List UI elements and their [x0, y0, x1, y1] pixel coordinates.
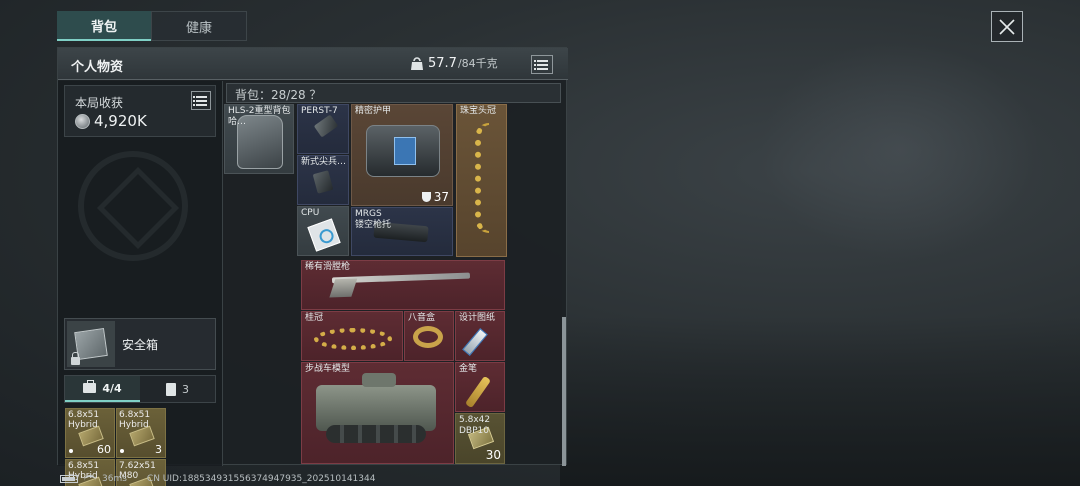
vehicle-icon [316, 373, 436, 443]
item-name: 精密护甲 [355, 106, 392, 116]
background-floor [560, 316, 1080, 486]
weight-indicator: 57.7 /84千克 [410, 55, 498, 71]
status-bar: 36ms CN UID:1885349315563749479​35_20251… [60, 472, 375, 486]
ping: 36ms [102, 474, 127, 484]
scope-icon [313, 114, 339, 138]
uid: CN UID:1885349315563749479​35_2025101413… [146, 474, 376, 484]
ammo-name: 6.8x51 Hybrid [68, 410, 100, 430]
harvest-label: 本局收获 [75, 96, 124, 110]
item-name: 八音盒 [408, 313, 436, 323]
armor-icon [366, 125, 440, 177]
item-name: 桂冠 [305, 313, 324, 323]
battery-icon [60, 475, 78, 483]
item-name: 稀有滑膛枪 [305, 262, 351, 272]
backpack-capacity-bar: 背包：28/28 ？ [226, 83, 561, 103]
item-name: PERST-7 [301, 106, 338, 116]
ammo-slot[interactable]: 6.8x51 Hybrid 3 [116, 408, 166, 458]
item-slot[interactable]: 新式尖兵… [297, 155, 349, 205]
item-name: CPU [301, 208, 320, 218]
container-tabs: 4/4 3 [64, 375, 216, 403]
item-slot[interactable]: MRGS 镂空枪托 [351, 207, 453, 256]
ammo-qty: 60 [97, 443, 111, 456]
safebox-image [67, 321, 115, 367]
weight-icon [411, 56, 423, 70]
item-slot[interactable]: 精密护甲 37 [351, 104, 453, 206]
item-slot[interactable]: 珠宝头冠 [456, 104, 507, 257]
item-name: 步战车模型 [305, 364, 351, 374]
tab-magazine-label: 3 [182, 382, 189, 396]
item-name: 新式尖兵… [301, 157, 347, 167]
backpack-item-slot[interactable]: HLS-2重型背包 哈… [224, 104, 294, 174]
harvest-value: 4,920K [75, 112, 147, 130]
rarity-dot [69, 449, 73, 453]
wifi-icon [84, 475, 96, 483]
item-slot[interactable]: 稀有滑膛枪 [301, 260, 505, 310]
item-slot[interactable]: CPU [297, 206, 349, 256]
item-name: HLS-2重型背包 哈… [228, 106, 291, 127]
safebox-icon [74, 328, 108, 360]
item-slot[interactable]: PERST-7 [297, 104, 349, 154]
scroll-thumb[interactable] [562, 317, 566, 466]
panel-header: 个人物资 57.7 /84千克 [58, 48, 568, 80]
item-slot[interactable]: 步战车模型 [301, 362, 454, 464]
close-icon [999, 18, 1015, 35]
durability: 37 [421, 190, 449, 204]
blueprint-icon [462, 328, 488, 356]
tab-magazine[interactable]: 3 [140, 376, 215, 402]
music-box-icon [413, 326, 443, 348]
inventory-panel: 个人物资 57.7 /84千克 本局收获 4,920K 安全箱 4/4 3 6.… [57, 47, 568, 486]
medkit-icon [83, 380, 97, 393]
laurel-icon [314, 328, 392, 350]
safebox-label: 安全箱 [122, 338, 159, 352]
close-button[interactable] [991, 11, 1023, 42]
item-slot[interactable]: 金笔 [455, 362, 505, 412]
backpack-area: 背包：28/28 ？ HLS-2重型背包 哈… PERST-7 新式尖兵… CP… [224, 81, 568, 466]
item-name: 金笔 [459, 364, 478, 374]
pen-icon [464, 375, 492, 409]
item-name: 珠宝头冠 [460, 106, 497, 116]
shield-icon [421, 192, 431, 202]
ammo-name: 6.8x51 Hybrid [119, 410, 151, 430]
top-tabs: 背包 健康 [57, 11, 247, 41]
faction-emblem [78, 151, 188, 261]
rarity-dot [120, 449, 124, 453]
weight-max: /84千克 [457, 57, 498, 70]
tab-health[interactable]: 健康 [151, 11, 247, 41]
weight-current: 57.7 [428, 55, 457, 71]
coin-icon [75, 113, 90, 129]
harvest-card: 本局收获 4,920K [64, 85, 216, 137]
panel-list-button[interactable] [531, 55, 553, 74]
list-icon [192, 95, 207, 106]
crown-icon [475, 123, 489, 233]
item-qty: 30 [485, 448, 501, 462]
item-slot[interactable]: 八音盒 [404, 311, 454, 361]
tab-kit-label: 4/4 [102, 381, 122, 395]
scrollbar[interactable] [562, 81, 566, 466]
armor-durability: 37 [433, 190, 449, 204]
harvest-amount: 4,920K [94, 112, 147, 130]
ammo-qty: 3 [155, 443, 162, 456]
part-icon [312, 170, 334, 194]
item-slot[interactable]: 设计图纸 [455, 311, 505, 361]
rifle-icon [331, 272, 471, 284]
item-slot[interactable]: 桂冠 [301, 311, 403, 361]
list-icon [533, 59, 548, 70]
cpu-icon [307, 218, 341, 252]
ammo-slot[interactable]: 6.8x51 Hybrid 60 [65, 408, 115, 458]
backpack-capacity: 背包：28/28 ？ [235, 88, 322, 102]
safebox-slot[interactable]: 安全箱 [64, 318, 216, 370]
left-column: 本局收获 4,920K 安全箱 4/4 3 6.8x51 Hybrid 60 6… [58, 81, 223, 486]
lock-icon [71, 352, 80, 365]
magazine-icon [166, 382, 176, 396]
item-name: MRGS 镂空枪托 [355, 209, 392, 230]
panel-title: 个人物资 [71, 60, 124, 75]
tab-backpack[interactable]: 背包 [57, 11, 151, 41]
background-glow [760, 40, 1040, 260]
harvest-list-button[interactable] [191, 91, 211, 110]
item-slot[interactable]: 5.8x42 DBP10 30 [455, 413, 505, 464]
item-name: 5.8x42 DBP10 [459, 415, 491, 436]
tab-kit[interactable]: 4/4 [65, 376, 140, 402]
item-name: 设计图纸 [459, 313, 496, 323]
